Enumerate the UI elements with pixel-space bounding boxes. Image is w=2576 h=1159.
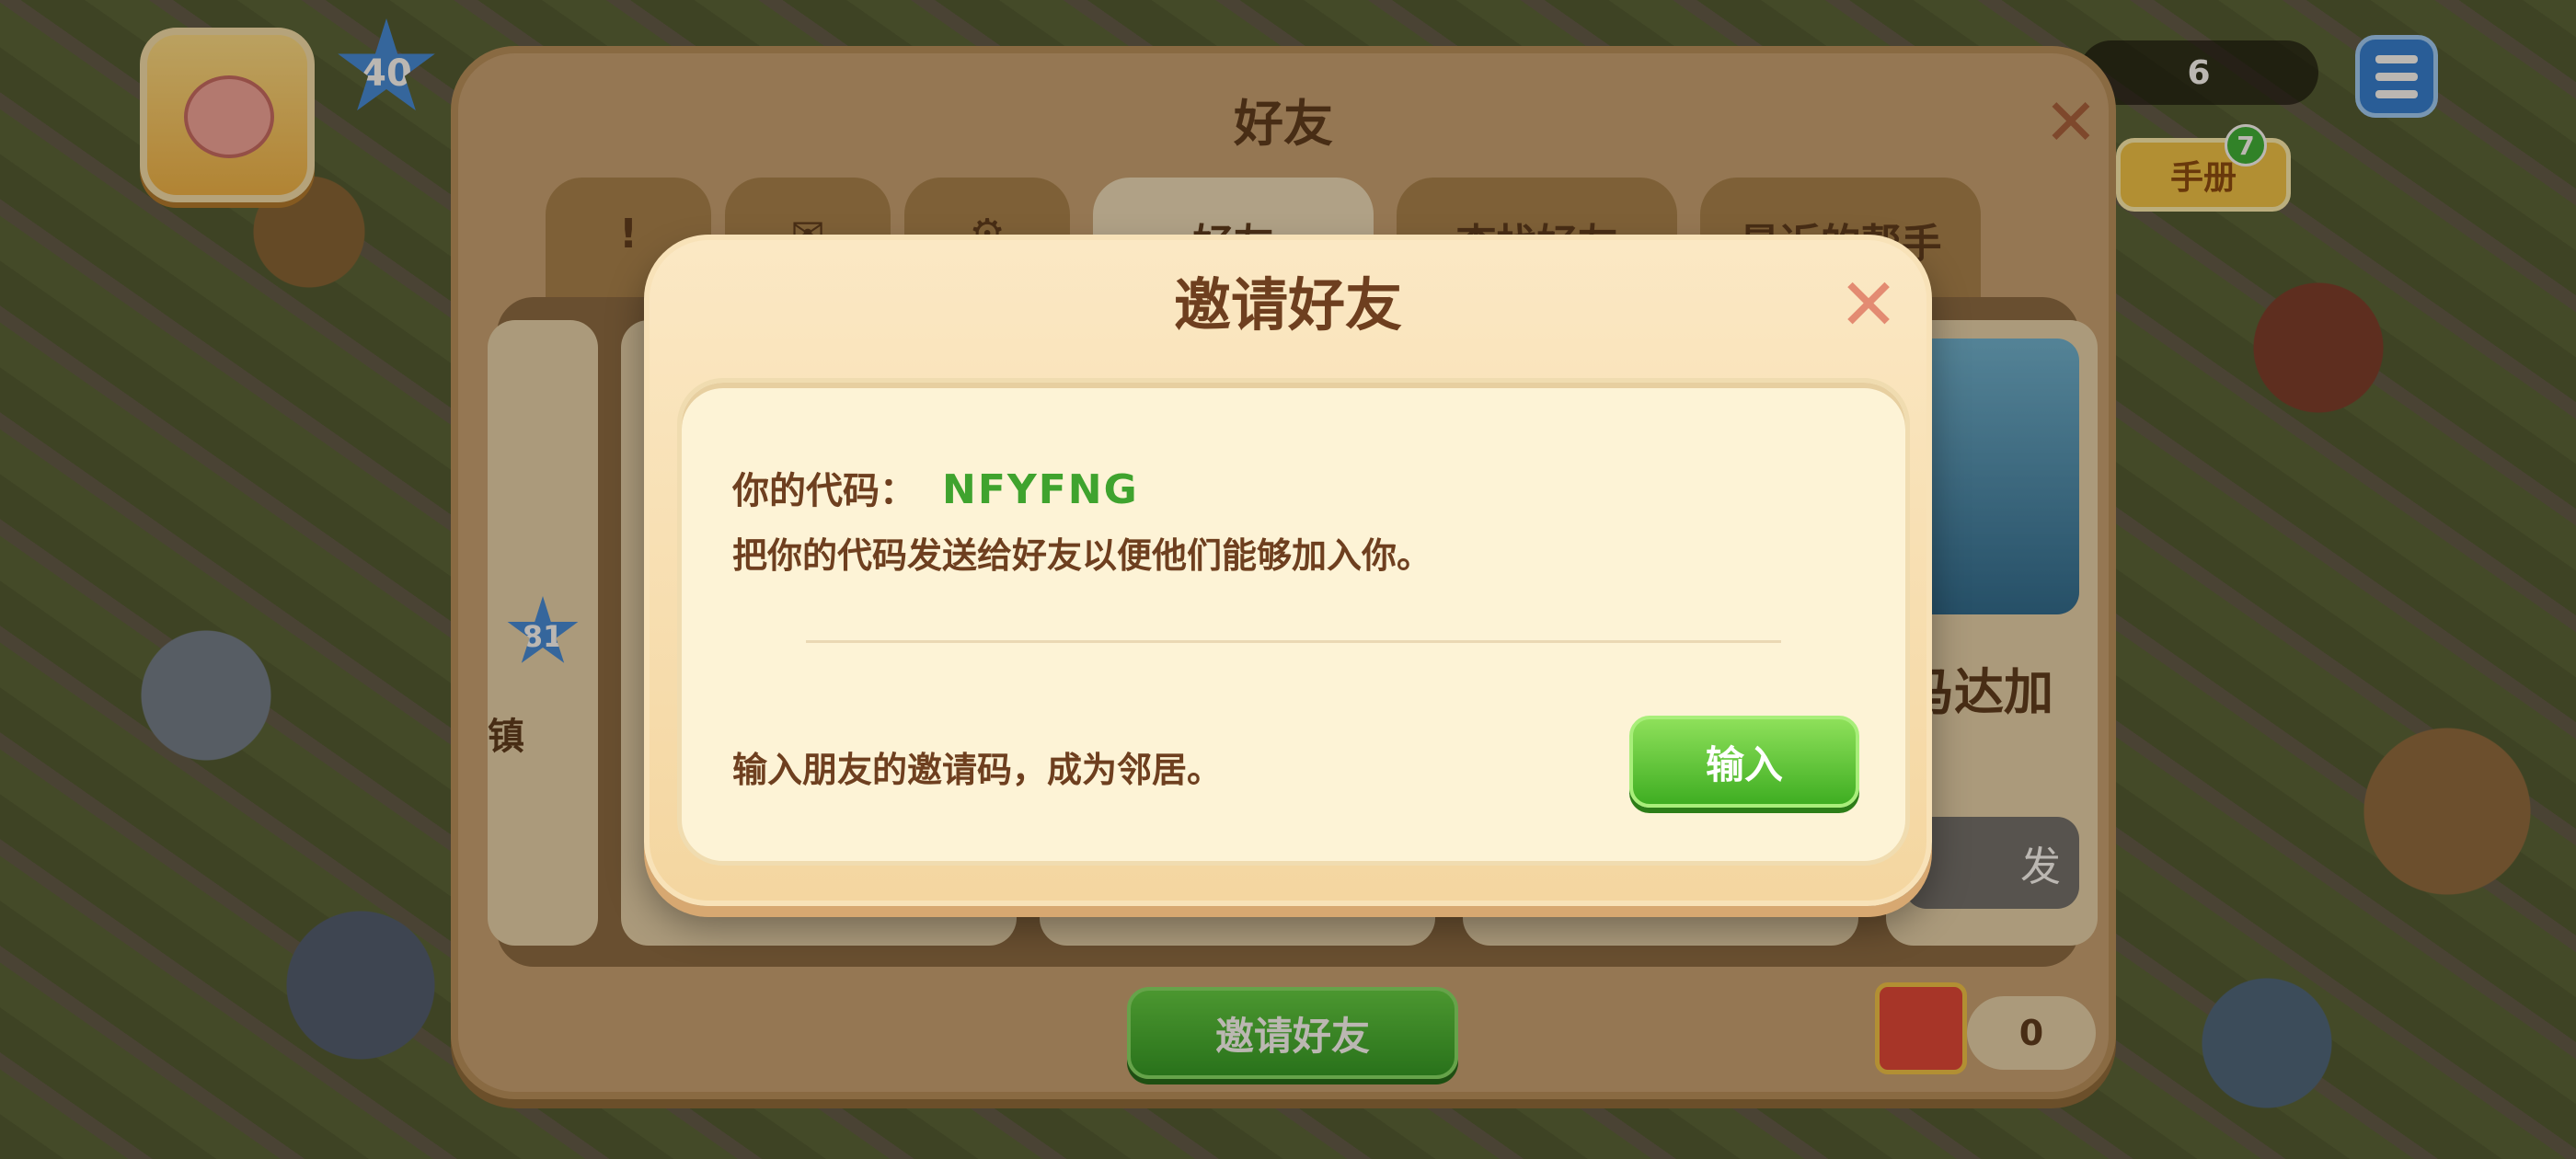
enter-code-button[interactable]: 输入 (1629, 716, 1859, 808)
enter-hint: 输入朋友的邀请码，成为邻居。 (732, 750, 1223, 790)
invite-code: NFYFNG (942, 466, 1139, 513)
divider (806, 640, 1781, 643)
close-icon[interactable]: ✕ (1836, 270, 1901, 341)
dialog-body: 你的代码： NFYFNG 把你的代码发送给好友以便他们能够加入你。 输入朋友的邀… (677, 378, 1910, 866)
share-hint: 把你的代码发送给好友以便他们能够加入你。 (732, 535, 1432, 576)
code-row: 你的代码： NFYFNG (732, 461, 1139, 514)
dialog-title: 邀请好友 (1173, 271, 1402, 339)
code-label: 你的代码： (732, 470, 916, 512)
invite-dialog: 邀请好友 ✕ 你的代码： NFYFNG 把你的代码发送给好友以便他们能够加入你。… (644, 235, 1932, 906)
